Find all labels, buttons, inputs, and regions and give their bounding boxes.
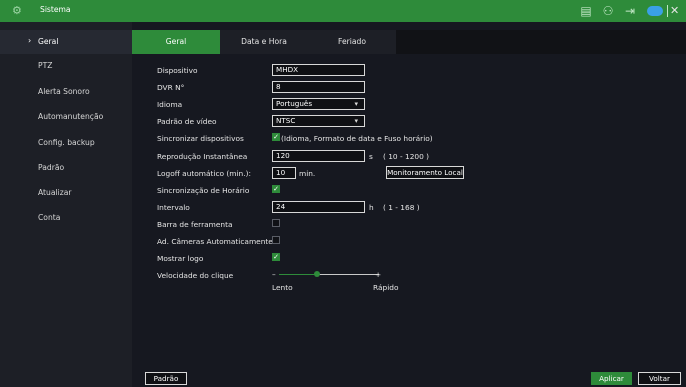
instant-playback-input[interactable]: 120 [272, 150, 365, 162]
sidebar-item-padrao[interactable]: Padrão [0, 156, 132, 180]
sidebar-item-automanutencao[interactable]: Automanutenção [0, 105, 132, 129]
divider [667, 5, 668, 17]
sidebar-item-label: Alerta Sonoro [38, 87, 90, 96]
interval-range: ( 1 - 168 ) [383, 203, 420, 212]
device-name-input[interactable]: MHDX [272, 64, 365, 76]
auto-logoff-label: Logoff automático (min.): [157, 169, 251, 178]
sidebar-item-label: Config. backup [38, 138, 95, 147]
page-title: Sistema [40, 5, 71, 14]
click-speed-label: Velocidade do clique [157, 271, 234, 280]
tab-bar: Geral Data e Hora Feriado [132, 30, 686, 54]
sidebar-item-ptz[interactable]: PTZ [0, 54, 132, 78]
sidebar-item-label: Padrão [38, 163, 65, 172]
instant-playback-label: Reprodução Instantânea [157, 152, 248, 161]
fast-label: Rápido [373, 283, 399, 292]
system-logo-icon: ⚙ [12, 4, 22, 17]
language-label: Idioma [157, 100, 183, 109]
sidebar-item-label: Conta [38, 213, 61, 222]
user-account-icon[interactable]: ⚇ [600, 3, 616, 19]
sidebar-item-atualizar[interactable]: Atualizar [0, 181, 132, 205]
interval-label: Intervalo [157, 203, 190, 212]
click-speed-slider-fill [279, 274, 317, 275]
time-sync-label: Sincronização de Horário [157, 186, 250, 195]
close-icon[interactable]: ✕ [670, 3, 682, 19]
sidebar-item-conta[interactable]: Conta [0, 206, 132, 230]
auto-cameras-label: Ad. Câmeras Automaticamente [157, 237, 273, 246]
dvr-number-label: DVR N° [157, 83, 185, 92]
show-logo-label: Mostrar logo [157, 254, 204, 263]
time-sync-checkbox[interactable]: ✓ [272, 185, 280, 193]
sidebar-item-label: PTZ [38, 61, 53, 70]
cloud-icon[interactable] [647, 6, 663, 16]
sidebar-item-label: Geral [38, 37, 59, 46]
local-monitoring-button[interactable]: Monitoramento Local [386, 166, 464, 179]
sidebar: › Geral PTZ Alerta Sonoro Automanutenção… [0, 22, 132, 387]
logout-icon[interactable]: ⇥ [622, 3, 638, 19]
device-label: Dispositivo [157, 66, 198, 75]
instant-playback-unit: s [369, 152, 373, 161]
auto-logoff-unit: min. [299, 169, 316, 178]
sync-devices-description: (Idioma, Formato de data e Fuso horário) [281, 134, 433, 143]
slider-plus-icon: + [375, 270, 382, 279]
video-standard-select[interactable]: NTSC [272, 115, 365, 127]
sidebar-item-geral[interactable]: › Geral [0, 30, 132, 54]
dvr-number-input[interactable]: 8 [272, 81, 365, 93]
sidebar-item-config-backup[interactable]: Config. backup [0, 131, 132, 155]
top-bar: ⚙ Sistema ▤ ⚇ ⇥ ✕ [0, 0, 686, 22]
tab-feriado[interactable]: Feriado [308, 30, 396, 54]
sync-devices-checkbox[interactable]: ✓ [272, 133, 280, 141]
language-select[interactable]: Português [272, 98, 365, 110]
sync-devices-label: Sincronizar dispositivos [157, 134, 244, 143]
sidebar-item-label: Automanutenção [38, 112, 104, 121]
storage-icon[interactable]: ▤ [578, 3, 594, 19]
video-standard-label: Padrão de vídeo [157, 117, 217, 126]
tab-geral[interactable]: Geral [132, 30, 220, 54]
tab-data-e-hora[interactable]: Data e Hora [220, 30, 308, 54]
interval-input[interactable]: 24 [272, 201, 365, 213]
toolbar-checkbox[interactable] [272, 219, 280, 227]
toolbar-label: Barra de ferramenta [157, 220, 233, 229]
sidebar-item-label: Atualizar [38, 188, 72, 197]
back-button[interactable]: Voltar [638, 372, 681, 385]
default-button[interactable]: Padrão [145, 372, 187, 385]
instant-playback-range: ( 10 - 1200 ) [383, 152, 430, 161]
chevron-right-icon: › [28, 36, 32, 45]
apply-button[interactable]: Aplicar [591, 372, 632, 385]
sidebar-item-alerta-sonoro[interactable]: Alerta Sonoro [0, 80, 132, 104]
auto-cameras-checkbox[interactable] [272, 236, 280, 244]
slider-minus-icon: – [272, 270, 276, 279]
show-logo-checkbox[interactable]: ✓ [272, 253, 280, 261]
click-speed-slider-handle[interactable] [314, 271, 320, 277]
slow-label: Lento [272, 283, 293, 292]
auto-logoff-input[interactable]: 10 [272, 167, 296, 179]
interval-unit: h [369, 203, 374, 212]
